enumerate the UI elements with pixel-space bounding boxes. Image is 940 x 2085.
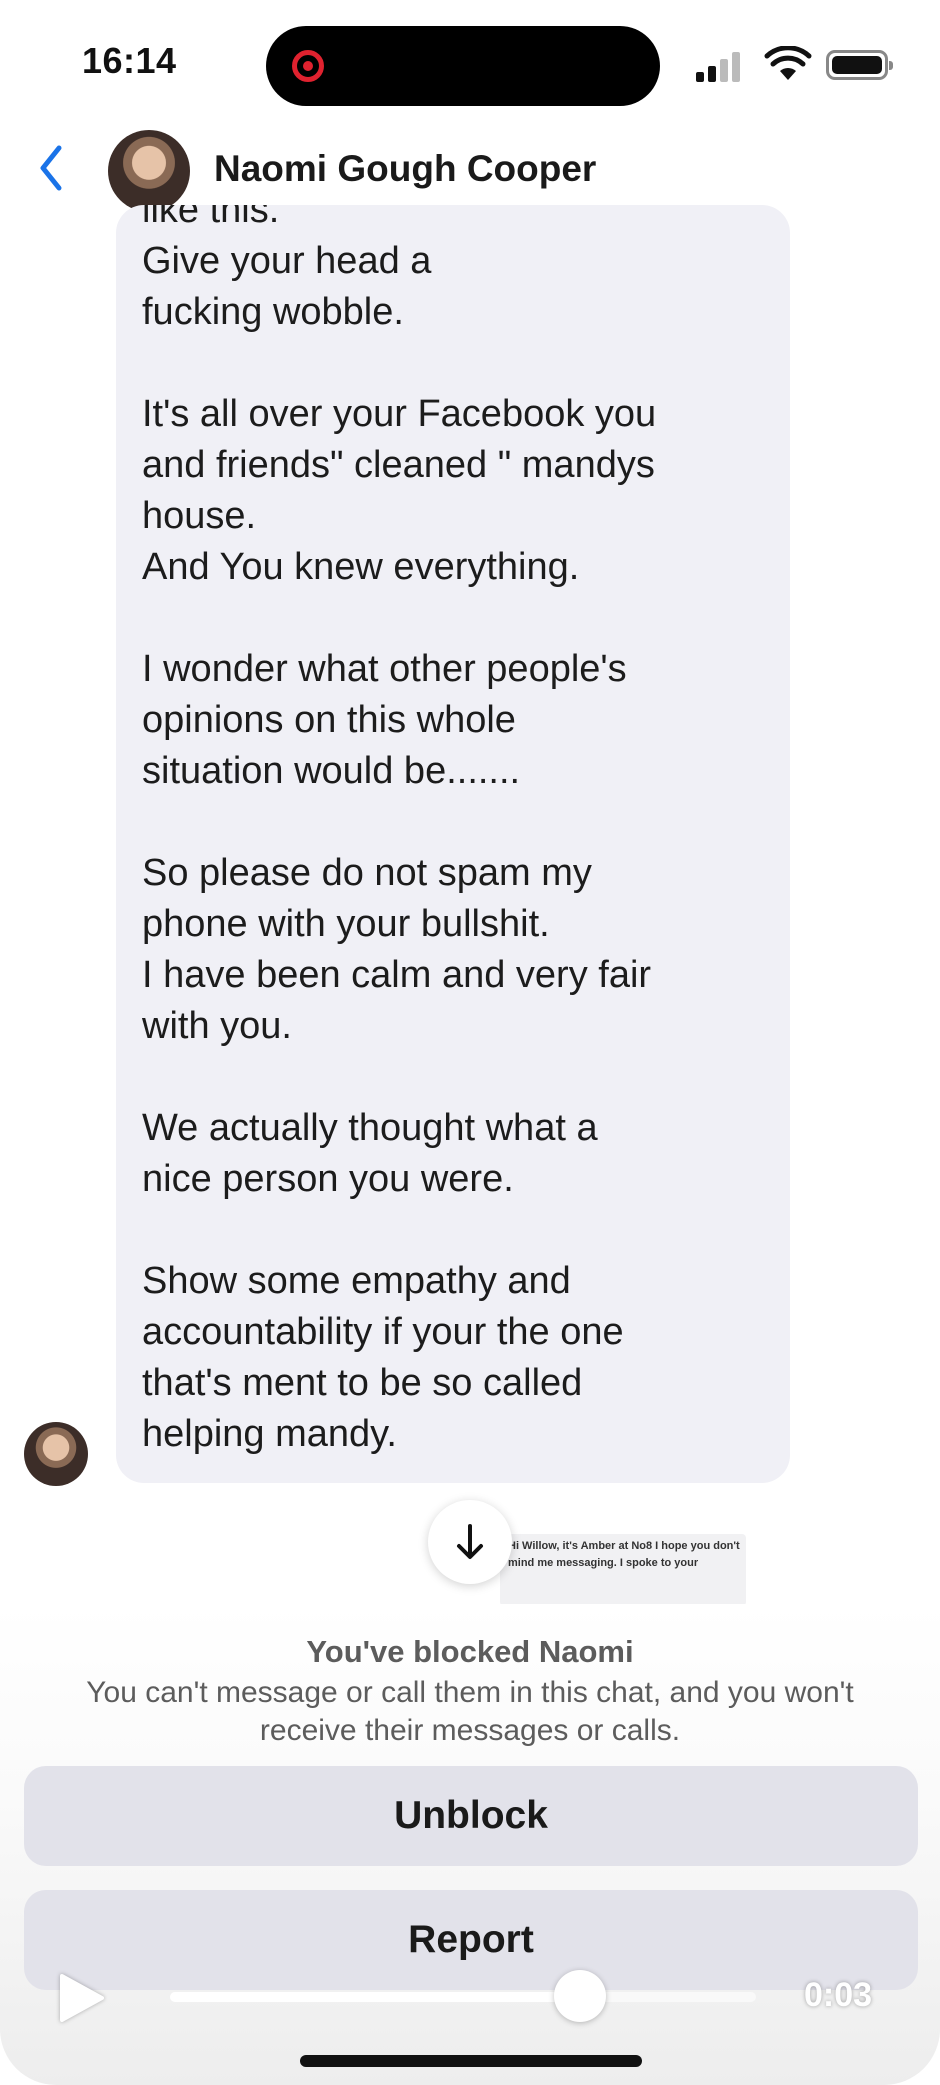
sender-avatar[interactable] [24,1422,88,1486]
contact-name[interactable]: Naomi Gough Cooper [214,148,596,190]
back-button[interactable] [28,138,74,198]
battery-icon [826,50,893,80]
message-bubble[interactable]: like this. Give your head a fucking wobb… [116,205,790,1483]
video-progress-bar[interactable] [170,1992,756,2002]
wifi-icon [764,46,812,80]
chevron-left-icon [40,145,62,191]
message-text: like this. Give your head a fucking wobb… [142,205,657,1455]
video-time: 0:03 [804,1976,873,2014]
unblock-button[interactable]: Unblock [24,1766,918,1866]
dynamic-island [266,26,660,106]
scroll-down-button[interactable] [428,1500,512,1584]
report-button[interactable]: Report [24,1890,918,1990]
video-progress-fill [170,1992,581,2002]
arrow-down-icon [457,1524,483,1559]
blocked-title: You've blocked Naomi [306,1634,634,1669]
home-indicator[interactable] [300,2055,642,2067]
cellular-signal-icon [696,50,746,82]
contact-avatar[interactable] [108,130,190,212]
status-time: 16:14 [82,40,177,81]
play-icon[interactable] [52,1970,108,2026]
blocked-description: You can't message or call them in this c… [86,1676,854,1747]
thumbnail-text: Hi Willow, it's Amber at No8 I hope you … [508,1540,740,1569]
image-thumbnail[interactable]: Hi Willow, it's Amber at No8 I hope you … [500,1534,746,1606]
screen-record-icon [292,50,324,82]
video-scrubber-handle[interactable] [554,1970,607,2022]
phone-screen: 16:14 Naomi Gough Cooper like this. Give… [0,0,940,2085]
